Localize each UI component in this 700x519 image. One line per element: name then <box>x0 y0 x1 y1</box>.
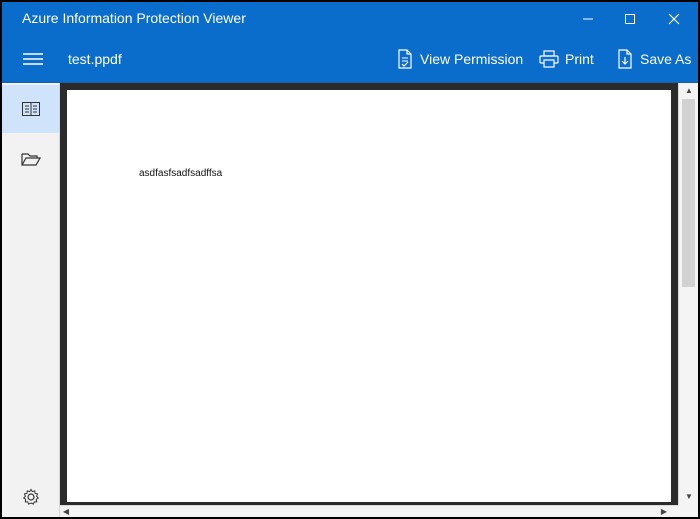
save-as-label: Save As <box>640 51 692 67</box>
command-bar: test.ppdf View Permission Print Save As <box>2 36 698 83</box>
settings-button[interactable] <box>2 473 59 517</box>
document-text: asdfasfsadfsadffsa <box>139 168 223 179</box>
sidebar-item-open-file[interactable] <box>2 135 59 183</box>
document-page: asdfasfsadfsadffsa <box>67 90 671 502</box>
folder-open-icon <box>20 153 41 166</box>
scroll-down-arrow-icon[interactable]: ▼ <box>679 489 698 503</box>
hamburger-icon <box>23 53 43 65</box>
scroll-up-arrow-icon[interactable]: ▲ <box>679 83 698 97</box>
scroll-left-arrow-icon[interactable]: ◀ <box>60 505 72 517</box>
printer-icon <box>539 50 559 68</box>
print-button[interactable]: Print <box>539 44 594 74</box>
sidebar-item-reader[interactable] <box>2 85 59 133</box>
reader-icon <box>21 102 40 116</box>
title-bar: Azure Information Protection Viewer <box>2 2 698 36</box>
close-button[interactable] <box>654 2 694 36</box>
maximize-icon <box>625 14 635 24</box>
vertical-scroll-thumb[interactable] <box>682 99 695 287</box>
view-permission-label: View Permission <box>420 51 524 67</box>
document-viewer[interactable]: asdfasfsadfsadffsa <box>60 83 678 505</box>
window-title: Azure Information Protection Viewer <box>22 10 246 26</box>
minimize-button[interactable] <box>568 2 608 36</box>
app-window: Azure Information Protection Viewer test… <box>2 2 698 517</box>
save-as-icon <box>618 49 632 69</box>
menu-button[interactable] <box>20 48 46 70</box>
file-name: test.ppdf <box>68 51 122 67</box>
maximize-button[interactable] <box>610 2 650 36</box>
gear-icon <box>22 488 39 505</box>
view-permission-button[interactable]: View Permission <box>396 44 523 74</box>
scrollbar-corner <box>678 505 698 517</box>
save-as-button[interactable]: Save As <box>616 44 691 74</box>
minimize-icon <box>583 18 593 20</box>
scroll-right-arrow-icon[interactable]: ▶ <box>658 505 670 517</box>
horizontal-scrollbar[interactable]: ◀ ▶ <box>60 505 678 517</box>
view-permission-icon <box>398 49 412 69</box>
close-icon <box>668 13 680 25</box>
sidebar <box>2 83 60 517</box>
print-label: Print <box>565 51 594 67</box>
vertical-scrollbar[interactable]: ▲ ▼ <box>678 83 698 505</box>
